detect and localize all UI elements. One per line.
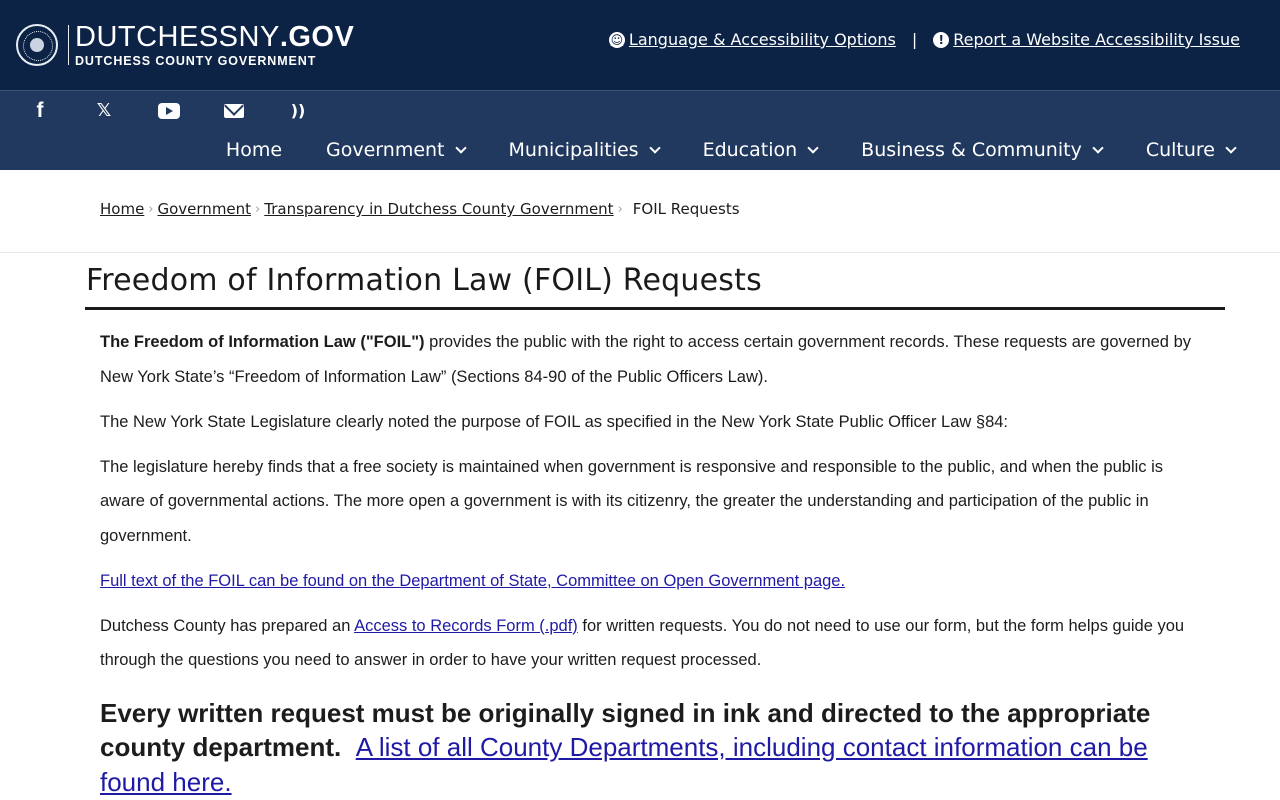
report-accessibility-issue-link[interactable]: ! Report a Website Accessibility Issue (933, 30, 1240, 49)
title-underline (85, 307, 1225, 310)
breadcrumb-separator-icon: › (148, 201, 154, 217)
main-content: The Freedom of Information Law ("FOIL") … (100, 325, 1210, 800)
breadcrumb: Home › Government › Transparency in Dutc… (100, 200, 740, 218)
primary-menu: Home Government Municipalities Education… (182, 139, 1237, 161)
breadcrumb-home-link[interactable]: Home (100, 200, 144, 218)
accessibility-icon: ☺ (608, 31, 625, 48)
nav-culture-label: Culture (1145, 139, 1215, 161)
nav-home[interactable]: Home (226, 139, 282, 161)
chevron-down-icon (454, 141, 467, 154)
chevron-down-icon (1225, 141, 1237, 154)
nav-municipalities[interactable]: Municipalities (508, 139, 661, 161)
nav-culture[interactable]: Culture (1145, 139, 1237, 161)
x-icon[interactable]: 𝕏 (94, 99, 114, 123)
logo-main-suffix: .GOV (279, 20, 355, 53)
alert-icon: ! (933, 31, 950, 48)
utility-separator: | (911, 30, 918, 49)
site-header: DUTCHESSNY.GOV DUTCHESS COUNTY GOVERNMEN… (0, 0, 1280, 90)
breadcrumb-separator-icon: › (617, 201, 623, 217)
nav-home-label: Home (225, 139, 283, 161)
breadcrumb-current: FOIL Requests (632, 200, 740, 218)
utility-links: ☺ Language & Accessibility Options | ! R… (608, 30, 1240, 49)
intro-bold-text: The Freedom of Information Law ("FOIL") (100, 333, 425, 351)
county-seal-icon (16, 24, 58, 66)
nav-government[interactable]: Government (326, 139, 467, 161)
chevron-down-icon (807, 141, 819, 154)
page-title: Freedom of Information Law (FOIL) Reques… (86, 263, 762, 298)
nav-education-label: Education (702, 139, 798, 161)
main-navbar: f 𝕏 )) Home Government Municipalities Ed… (0, 90, 1280, 170)
logo-main-part: DUTCHESSNY (75, 20, 280, 53)
nav-business-community[interactable]: Business & Community (861, 139, 1104, 161)
logo-main-text: DUTCHESSNY.GOV (75, 20, 355, 53)
intro-paragraph: The Freedom of Information Law ("FOIL") … (100, 325, 1210, 394)
logo-subtitle: DUTCHESS COUNTY GOVERNMENT (75, 53, 317, 68)
chevron-down-icon (1092, 141, 1104, 154)
signature-requirement-paragraph: Every written request must be originally… (100, 696, 1210, 800)
facebook-icon[interactable]: f (30, 99, 50, 123)
records-form-pre: Dutchess County has prepared an (100, 616, 355, 635)
breadcrumb-divider (0, 252, 1280, 253)
language-accessibility-link[interactable]: ☺ Language & Accessibility Options (608, 30, 896, 49)
chevron-down-icon (648, 141, 661, 154)
nav-municipalities-label: Municipalities (508, 139, 639, 161)
breadcrumb-government-link[interactable]: Government (158, 200, 252, 218)
nav-business-label: Business & Community (861, 139, 1082, 161)
purpose-paragraph: The New York State Legislature clearly n… (100, 412, 1009, 431)
youtube-icon[interactable] (158, 103, 180, 119)
foil-fulltext-link[interactable]: Full text of the FOIL can be found on th… (100, 572, 845, 590)
logo-text: DUTCHESSNY.GOV DUTCHESS COUNTY GOVERNMEN… (75, 20, 355, 68)
rss-icon[interactable]: )) (288, 99, 308, 123)
access-records-form-link[interactable]: Access to Records Form (.pdf) (354, 617, 578, 635)
language-accessibility-label: Language & Accessibility Options (628, 30, 896, 49)
nav-education[interactable]: Education (702, 139, 819, 161)
foil-fulltext-paragraph: Full text of the FOIL can be found on th… (100, 564, 1210, 599)
breadcrumb-transparency-link[interactable]: Transparency in Dutchess County Governme… (264, 200, 613, 218)
breadcrumb-separator-icon: › (255, 201, 261, 217)
logo-divider (68, 25, 69, 65)
site-logo[interactable]: DUTCHESSNY.GOV DUTCHESS COUNTY GOVERNMEN… (16, 20, 355, 68)
records-form-paragraph: Dutchess County has prepared an Access t… (100, 609, 1210, 678)
social-links: f 𝕏 )) (30, 99, 352, 123)
nav-government-label: Government (326, 139, 445, 161)
legislature-quote: The legislature hereby finds that a free… (100, 457, 1164, 545)
email-icon[interactable] (224, 104, 244, 118)
report-accessibility-label: Report a Website Accessibility Issue (953, 30, 1240, 49)
